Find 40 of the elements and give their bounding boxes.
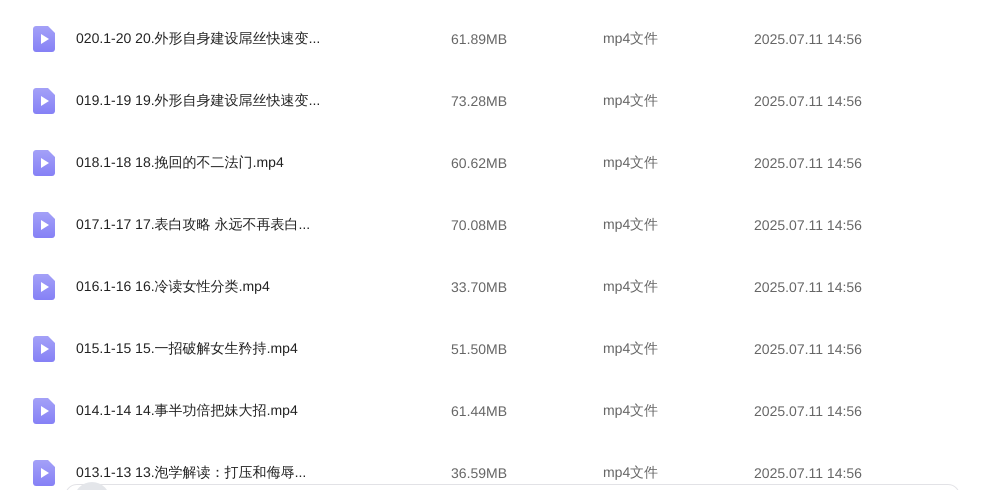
file-name[interactable]: 015.1-15 15.一招破解女生矜持.mp4 [76,340,451,358]
file-size: 60.62MB [451,155,508,171]
modified-date: 2025.07.11 14:56 [754,403,862,419]
video-file-icon [33,212,55,238]
video-file-icon [33,26,55,52]
file-size: 70.08MB [451,217,508,233]
file-size: 61.44MB [451,403,508,419]
video-file-icon [33,398,55,424]
video-file-icon [33,460,55,486]
file-type: mp4文件 [603,154,660,172]
file-size: 33.70MB [451,279,508,295]
file-size: 51.50MB [451,341,508,357]
modified-date: 2025.07.11 14:56 [754,465,862,481]
file-type: mp4文件 [603,30,660,48]
file-name[interactable]: 017.1-17 17.表白攻略 永远不再表白... [76,216,451,234]
modified-date: 2025.07.11 14:56 [754,217,862,233]
file-name[interactable]: 014.1-14 14.事半功倍把妹大招.mp4 [76,402,451,420]
file-type: mp4文件 [603,402,660,420]
file-type: mp4文件 [603,92,660,110]
video-file-icon [33,150,55,176]
video-file-icon [33,274,55,300]
file-name[interactable]: 020.1-20 20.外形自身建设屌丝快速变... [76,30,451,48]
video-file-icon [33,336,55,362]
file-size: 36.59MB [451,465,508,481]
file-size: 73.28MB [451,93,508,109]
file-type: mp4文件 [603,278,660,296]
modified-date: 2025.07.11 14:56 [754,279,862,295]
file-type: mp4文件 [603,216,660,234]
modified-date: 2025.07.11 14:56 [754,93,862,109]
file-name[interactable]: 013.1-13 13.泡学解读：打压和侮辱... [76,464,451,482]
file-type: mp4文件 [603,340,660,358]
modified-date: 2025.07.11 14:56 [754,341,862,357]
modified-date: 2025.07.11 14:56 [754,31,862,47]
file-name[interactable]: 016.1-16 16.冷读女性分类.mp4 [76,278,451,296]
modified-date: 2025.07.11 14:56 [754,155,862,171]
video-file-icon [33,88,55,114]
file-size: 61.89MB [451,31,508,47]
file-type: mp4文件 [603,464,660,482]
file-name[interactable]: 019.1-19 19.外形自身建设屌丝快速变... [76,92,451,110]
file-name[interactable]: 018.1-18 18.挽回的不二法门.mp4 [76,154,451,172]
